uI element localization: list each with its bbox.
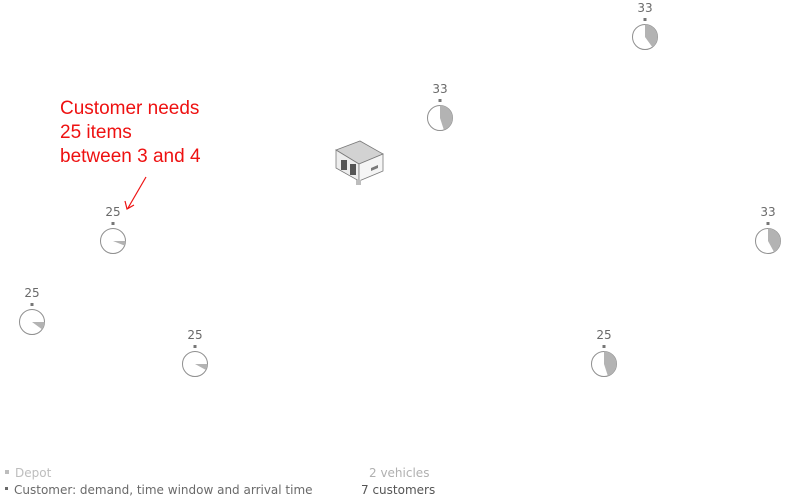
annotation-line: between 3 and 4 (60, 146, 201, 167)
customer-demand-label: 25 (187, 328, 202, 342)
customer-demand-label: 33 (637, 1, 652, 15)
annotation-line: 25 items (60, 122, 132, 143)
customer-marker (30, 303, 34, 306)
customer-marker (111, 222, 115, 225)
vrp-map: 33 33 25 33 25 25 25 (19, 1, 781, 377)
legend-customer: Customer: demand, time window and arriva… (5, 483, 313, 497)
customer-demand-label: 25 (24, 286, 39, 300)
customer-marker (766, 222, 770, 225)
vehicle-count: 2 vehicles (369, 466, 430, 480)
customer-node: 25 (100, 205, 126, 254)
customer-node: 33 (427, 82, 453, 131)
customer-demand-label: 25 (105, 205, 120, 219)
customer-marker (643, 18, 647, 21)
customer-demand-label: 25 (596, 328, 611, 342)
customer-count: 7 customers (361, 483, 436, 497)
customer-demand-label: 33 (760, 205, 775, 219)
customer-marker (193, 345, 197, 348)
warehouse-icon (335, 140, 384, 182)
legend-customer-label: Customer: demand, time window and arriva… (14, 483, 313, 497)
legend-depot: Depot (5, 466, 51, 480)
customer-node: 25 (19, 286, 45, 335)
depot-legend-marker (5, 469, 9, 474)
depot-marker (356, 180, 361, 185)
customers-layer: 33 33 25 33 25 25 25 (19, 1, 781, 377)
annotation-callout: Customer needs 25 items between 3 and 4 (60, 97, 201, 169)
depot (335, 140, 384, 185)
annotation-line: Customer needs (60, 98, 200, 119)
customer-marker (602, 345, 606, 348)
customer-demand-label: 33 (432, 82, 447, 96)
customer-node: 33 (632, 1, 658, 50)
customer-legend-marker (5, 487, 8, 490)
customer-node: 25 (591, 328, 617, 377)
annotation-arrow (124, 176, 147, 210)
customer-marker (438, 99, 442, 102)
legend-depot-label: Depot (15, 466, 52, 480)
customer-node: 33 (755, 205, 781, 254)
customer-node: 25 (182, 328, 208, 377)
